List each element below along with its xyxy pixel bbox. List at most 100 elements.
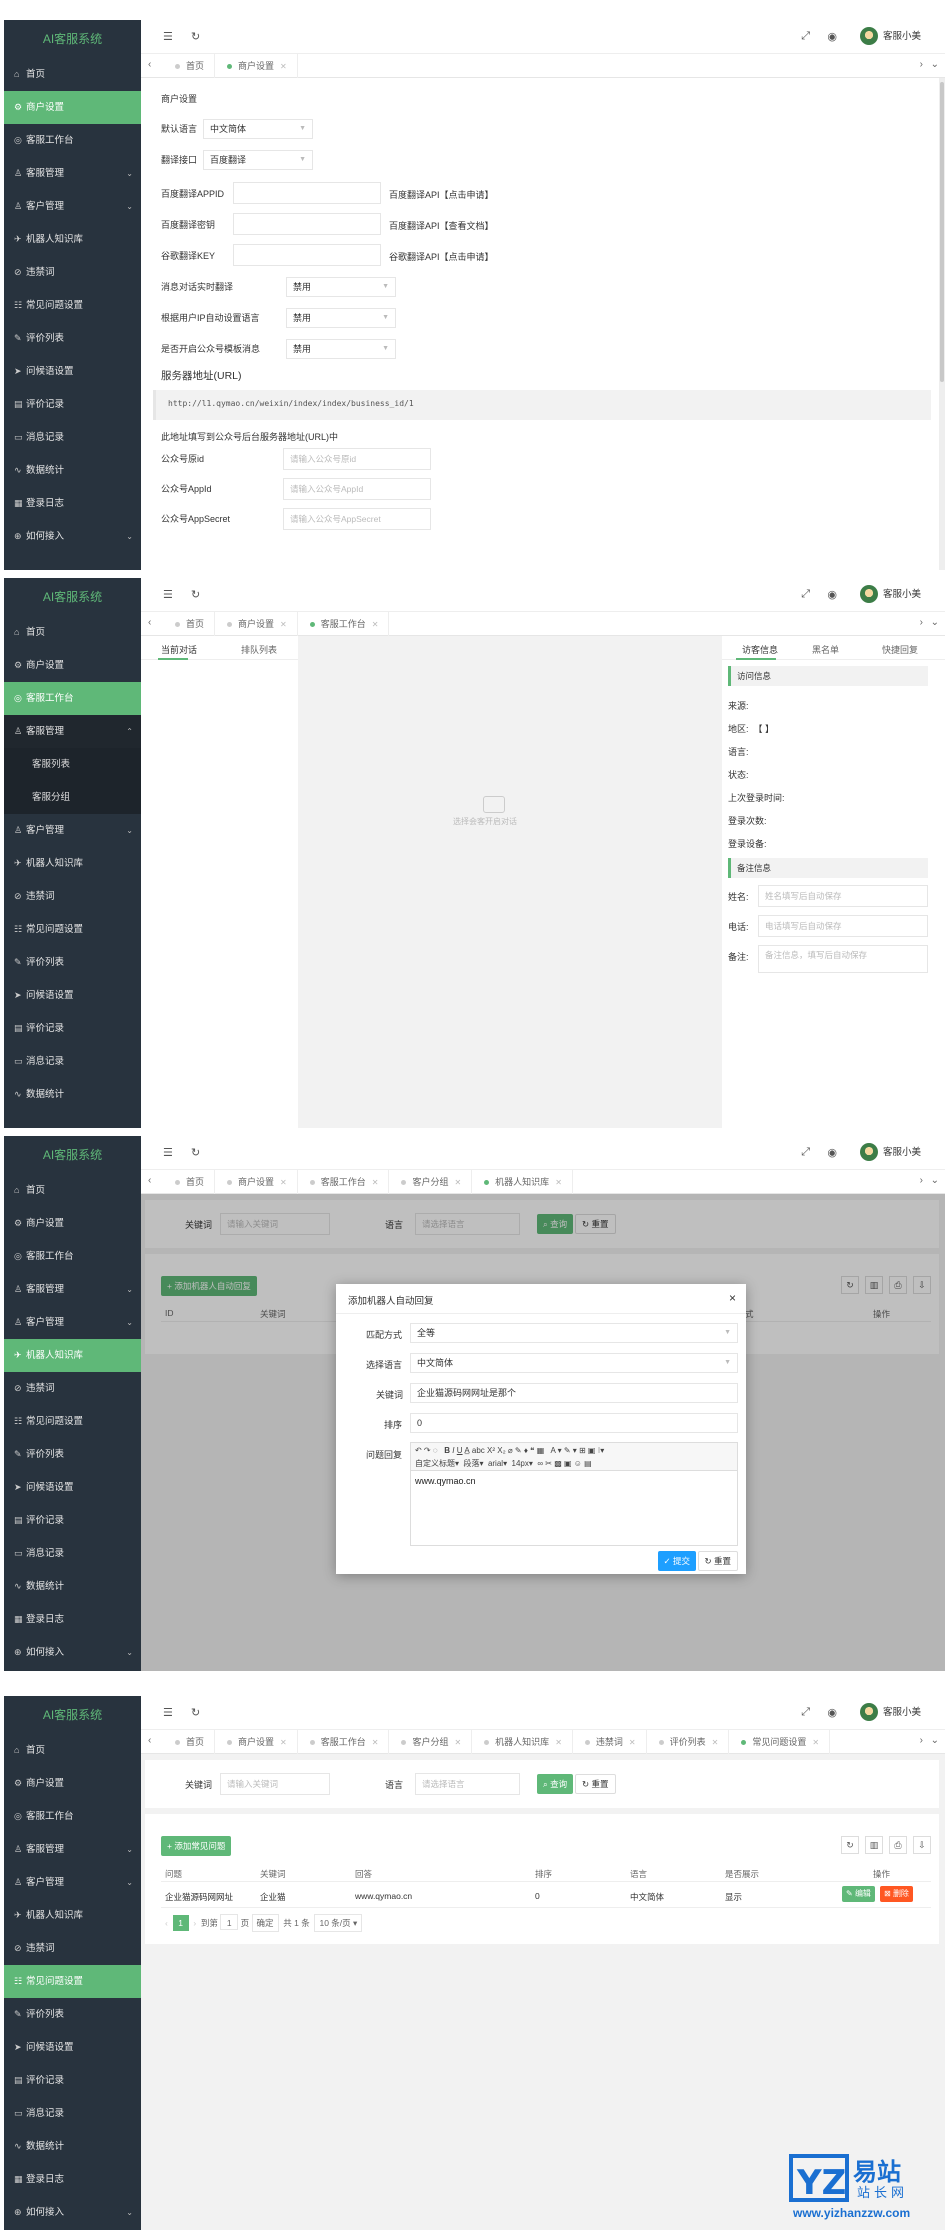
sidebar-item-eval-record[interactable]: ▤ 评价记录 <box>4 2064 141 2097</box>
tab-next-icon[interactable]: › <box>920 1735 923 1746</box>
close-icon[interactable]: ✕ <box>372 1738 379 1747</box>
sidebar-item-banned[interactable]: ⊘ 违禁词 <box>4 880 141 913</box>
sidebar-item-faq[interactable]: ☷ 常见问题设置 <box>4 1405 141 1438</box>
sidebar-item-login-log[interactable]: ▦ 登录日志 <box>4 1603 141 1636</box>
sidebar-item-eval-record[interactable]: ▤ 评价记录 <box>4 388 141 421</box>
close-icon[interactable]: ✕ <box>280 1178 287 1187</box>
language-select[interactable]: 请选择语言 <box>415 1773 520 1795</box>
sidebar-item-msg-record[interactable]: ▭ 消息记录 <box>4 1045 141 1078</box>
page-prev-icon[interactable]: ‹ <box>165 1918 168 1928</box>
sidebar-item-knowledge[interactable]: ✈ 机器人知识库 <box>4 223 141 256</box>
tab-banned[interactable]: 违禁词 ✕ <box>573 1730 647 1754</box>
theme-icon[interactable]: ◉ <box>827 30 837 43</box>
modal-reset-button[interactable]: ↻ 重置 <box>697 1551 738 1571</box>
sidebar-item-staff-group[interactable]: 客服分组 <box>4 781 141 814</box>
sidebar-item-stats[interactable]: ∿ 数据统计 <box>4 2130 141 2163</box>
close-icon[interactable]: ✕ <box>280 62 287 71</box>
sidebar-item-greeting[interactable]: ➤ 问候语设置 <box>4 355 141 388</box>
sidebar-item-review[interactable]: ✎ 评价列表 <box>4 322 141 355</box>
refresh-icon[interactable]: ↻ <box>191 1146 200 1159</box>
scrollbar[interactable] <box>939 78 945 570</box>
tab-home[interactable]: 首页 <box>163 1170 216 1194</box>
sidebar-item-faq[interactable]: ☷ 常见问题设置 <box>4 289 141 322</box>
add-faq-button[interactable]: + 添加常见问题 <box>161 1836 232 1856</box>
close-icon[interactable]: ✕ <box>555 1178 562 1187</box>
edit-button[interactable]: ✎ 编辑 <box>842 1886 875 1902</box>
sidebar-item-staff[interactable]: ♙ 客服管理 ⌄ <box>4 157 141 190</box>
close-icon[interactable]: ✕ <box>555 1738 562 1747</box>
ip-language-select[interactable]: 禁用 ▼ <box>286 308 396 328</box>
modal-sort-input[interactable]: 0 <box>410 1413 738 1433</box>
tab-faq[interactable]: 常见问题设置 ✕ <box>729 1730 831 1754</box>
menu-toggle-icon[interactable]: ☰ <box>163 588 173 601</box>
sidebar-item-customer[interactable]: ♙ 客户管理 ⌄ <box>4 1306 141 1339</box>
sidebar-item-access[interactable]: ⊕ 如何接入 ⌄ <box>4 520 141 553</box>
editor-tools-row1[interactable]: ↶ ↷ ◌ B I U A̲ abc X² X₂ ⌀ ✎ ♦ ❝ ▦ A ▾ ✎… <box>415 1446 604 1455</box>
user-menu[interactable]: 客服小美 <box>859 585 921 605</box>
close-icon[interactable]: ✕ <box>372 620 379 629</box>
refresh-table-icon[interactable]: ↻ <box>841 1836 859 1854</box>
fullscreen-icon[interactable]: ⤢ <box>801 588 810 601</box>
export-icon[interactable]: ⇩ <box>913 1836 931 1854</box>
tab-menu-icon[interactable]: ⌄ <box>931 617 939 628</box>
sidebar-item-home[interactable]: ⌂ 首页 <box>4 1174 141 1207</box>
sidebar-item-workbench[interactable]: ◎ 客服工作台 <box>4 1800 141 1833</box>
baidu-appid-input[interactable] <box>233 182 381 204</box>
sidebar-item-workbench[interactable]: ◎ 客服工作台 <box>4 682 141 715</box>
rich-text-editor[interactable]: ↶ ↷ ◌ B I U A̲ abc X² X₂ ⌀ ✎ ♦ ❝ ▦ A ▾ ✎… <box>410 1442 738 1546</box>
tab-prev-icon[interactable]: ‹ <box>148 59 151 70</box>
google-key-input[interactable] <box>233 244 381 266</box>
sidebar-item-knowledge[interactable]: ✈ 机器人知识库 <box>4 1899 141 1932</box>
menu-toggle-icon[interactable]: ☰ <box>163 30 173 43</box>
print-icon[interactable]: ⎙ <box>889 1836 907 1854</box>
fullscreen-icon[interactable]: ⤢ <box>801 1146 810 1159</box>
goto-confirm-button[interactable]: 确定 <box>251 1914 279 1932</box>
goto-page-input[interactable]: 1 <box>220 1914 239 1930</box>
baidu-doc-link[interactable]: 百度翻译API【查看文档】 <box>389 219 494 232</box>
google-apply-link[interactable]: 谷歌翻译API【点击申请】 <box>389 250 494 263</box>
template-message-select[interactable]: 禁用 ▼ <box>286 339 396 359</box>
delete-button[interactable]: ⊠ 删除 <box>880 1886 913 1902</box>
tab-current-chat[interactable]: 当前对话 <box>161 643 197 656</box>
refresh-icon[interactable]: ↻ <box>191 588 200 601</box>
tab-merchant[interactable]: 商户设置 ✕ <box>215 1170 298 1194</box>
sidebar-item-customer[interactable]: ♙ 客户管理 ⌄ <box>4 1866 141 1899</box>
sidebar-item-merchant[interactable]: ⚙ 商户设置 <box>4 649 141 682</box>
sidebar-item-staff-list[interactable]: 客服列表 <box>4 748 141 781</box>
editor-tools-row2[interactable]: 自定义标题▾ 段落▾ arial▾ 14px▾ ∞ ✂ ▩ ▣ ☺ ▤ <box>415 1458 592 1469</box>
wx-appid-input[interactable]: 请输入公众号AppId <box>283 478 431 500</box>
sidebar-item-home[interactable]: ⌂ 首页 <box>4 58 141 91</box>
user-menu[interactable]: 客服小美 <box>859 27 921 47</box>
tab-merchant[interactable]: 商户设置 ✕ <box>215 54 298 78</box>
sidebar-item-merchant[interactable]: ⚙ 商户设置 <box>4 1207 141 1240</box>
tab-next-icon[interactable]: › <box>920 59 923 70</box>
page-next-icon[interactable]: › <box>193 1918 196 1928</box>
translate-api-select[interactable]: 百度翻译 ▼ <box>203 150 313 170</box>
sidebar-item-stats[interactable]: ∿ 数据统计 <box>4 1570 141 1603</box>
per-page-select[interactable]: 10 条/页 ▾ <box>314 1914 363 1932</box>
modal-language-select[interactable]: 中文简体 ▼ <box>410 1353 738 1373</box>
sidebar-item-review[interactable]: ✎ 评价列表 <box>4 946 141 979</box>
page-current[interactable]: 1 <box>172 1915 189 1931</box>
tab-home[interactable]: 首页 <box>163 54 216 78</box>
theme-icon[interactable]: ◉ <box>827 1706 837 1719</box>
baidu-appid-link[interactable]: 百度翻译API【点击申请】 <box>389 188 494 201</box>
tab-merchant[interactable]: 商户设置 ✕ <box>215 1730 298 1754</box>
editor-content[interactable]: www.qymao.cn <box>415 1476 476 1486</box>
sidebar-item-staff[interactable]: ♙ 客服管理 ⌄ <box>4 1273 141 1306</box>
remark-textarea[interactable]: 备注信息，填写后自动保存 <box>758 945 928 973</box>
tab-menu-icon[interactable]: ⌄ <box>931 1735 939 1746</box>
tab-workbench[interactable]: 客服工作台 ✕ <box>298 1170 390 1194</box>
sidebar-item-workbench[interactable]: ◎ 客服工作台 <box>4 124 141 157</box>
fullscreen-icon[interactable]: ⤢ <box>801 30 810 43</box>
reset-button[interactable]: ↻ 重置 <box>575 1774 616 1794</box>
keyword-input[interactable]: 请输入关键词 <box>220 1773 330 1795</box>
sidebar-item-eval-record[interactable]: ▤ 评价记录 <box>4 1504 141 1537</box>
sidebar-item-msg-record[interactable]: ▭ 消息记录 <box>4 2097 141 2130</box>
sidebar-item-banned[interactable]: ⊘ 违禁词 <box>4 1372 141 1405</box>
close-icon[interactable]: ✕ <box>812 1738 819 1747</box>
close-icon[interactable]: ✕ <box>280 620 287 629</box>
sidebar-item-home[interactable]: ⌂ 首页 <box>4 616 141 649</box>
tab-review[interactable]: 评价列表 ✕ <box>647 1730 730 1754</box>
user-menu[interactable]: 客服小美 <box>859 1703 921 1723</box>
